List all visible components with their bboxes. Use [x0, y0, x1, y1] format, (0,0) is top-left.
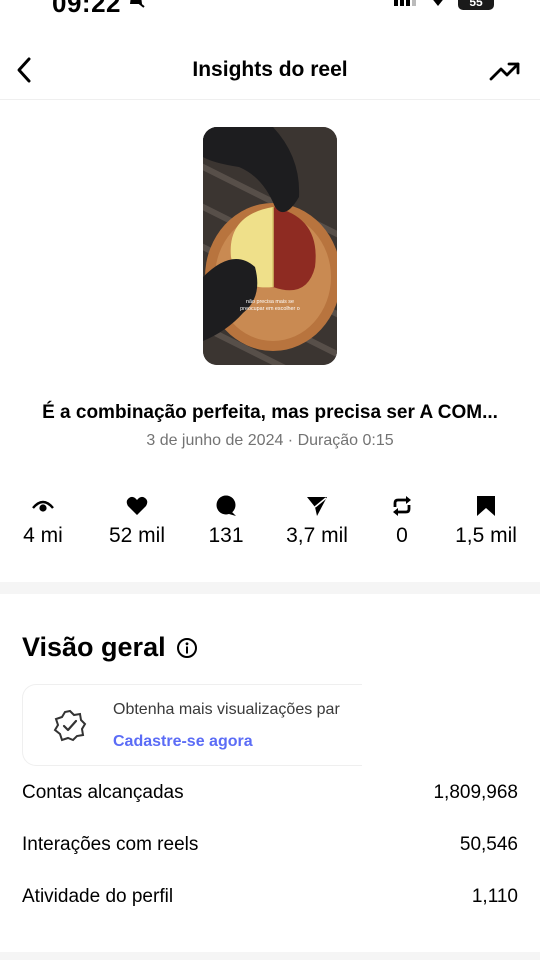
metric-value: 4 mi: [23, 524, 63, 547]
eye-icon: [0, 494, 88, 518]
header: Insights do reel: [0, 42, 540, 100]
metric-shares[interactable]: 3,7 mil: [272, 494, 362, 548]
signup-link[interactable]: Cadastre-se agora: [113, 733, 253, 751]
svg-text:não precisa mais se: não precisa mais se: [246, 299, 294, 305]
stat-label: Contas alcançadas: [22, 782, 184, 803]
metric-reposts[interactable]: 0: [357, 494, 447, 548]
verified-badge-icon: [53, 709, 87, 748]
repost-icon: [357, 494, 447, 518]
comment-icon: [181, 494, 271, 518]
info-icon[interactable]: [176, 637, 198, 659]
section-divider: [0, 582, 540, 594]
reel-meta: 3 de junho de 2024 · Duração 0:15: [146, 432, 394, 449]
signal-icon: [394, 0, 418, 11]
status-icons: 55: [394, 0, 494, 11]
metric-value: 1,5 mil: [455, 524, 517, 547]
metric-likes[interactable]: 52 mil: [92, 494, 182, 548]
stat-value: 1,110: [471, 886, 518, 907]
battery-indicator: 55: [458, 0, 494, 10]
bookmark-icon: [441, 494, 531, 518]
section-divider-bottom: [0, 952, 540, 960]
metric-value: 52 mil: [108, 524, 166, 547]
reel-thumbnail-image: não precisa mais se preocupar em escolhe…: [203, 127, 337, 365]
metric-comments[interactable]: 131: [181, 494, 271, 548]
reel-thumbnail[interactable]: não precisa mais se preocupar em escolhe…: [203, 127, 337, 365]
page-title: Insights do reel: [192, 58, 348, 81]
promo-text: Obtenha mais visualizações par: [113, 701, 340, 718]
stat-row-accounts-reached: Contas alcançadas 1,809,968: [22, 778, 518, 808]
status-bar: 09:22 55: [0, 0, 540, 18]
metric-value: 0: [396, 524, 408, 547]
overview-title: Visão geral: [22, 632, 166, 662]
metric-saves[interactable]: 1,5 mil: [441, 494, 531, 548]
stat-value: 50,546: [459, 834, 518, 855]
metrics-row: 4 mi 52 mil 131 3,7 mil 0 1,5 mil: [0, 494, 540, 554]
heart-icon: [92, 494, 182, 518]
bell-muted-icon: [126, 0, 146, 13]
stat-value: 1,809,968: [433, 782, 518, 803]
reel-caption: É a combinação perfeita, mas precisa ser…: [42, 402, 498, 423]
metric-value: 131: [208, 524, 244, 547]
metric-value: 3,7 mil: [286, 524, 348, 547]
stat-row-reel-interactions: Interações com reels 50,546: [22, 830, 518, 860]
wifi-icon: [428, 0, 448, 11]
promo-card[interactable]: Obtenha mais visualizações par Cadastre-…: [22, 684, 362, 766]
stat-label: Atividade do perfil: [22, 886, 174, 907]
stat-label: Interações com reels: [22, 834, 199, 855]
stat-row-profile-activity: Atividade do perfil 1,110: [22, 882, 518, 912]
metric-views[interactable]: 4 mi: [0, 494, 88, 548]
trend-button[interactable]: [488, 54, 522, 88]
status-time: 09:22: [52, 0, 121, 18]
share-icon: [272, 494, 362, 518]
trending-up-icon: [489, 62, 520, 81]
svg-text:preocupar em escolher o: preocupar em escolher o: [240, 306, 300, 312]
overview-section-title: Visão geral: [22, 632, 198, 663]
